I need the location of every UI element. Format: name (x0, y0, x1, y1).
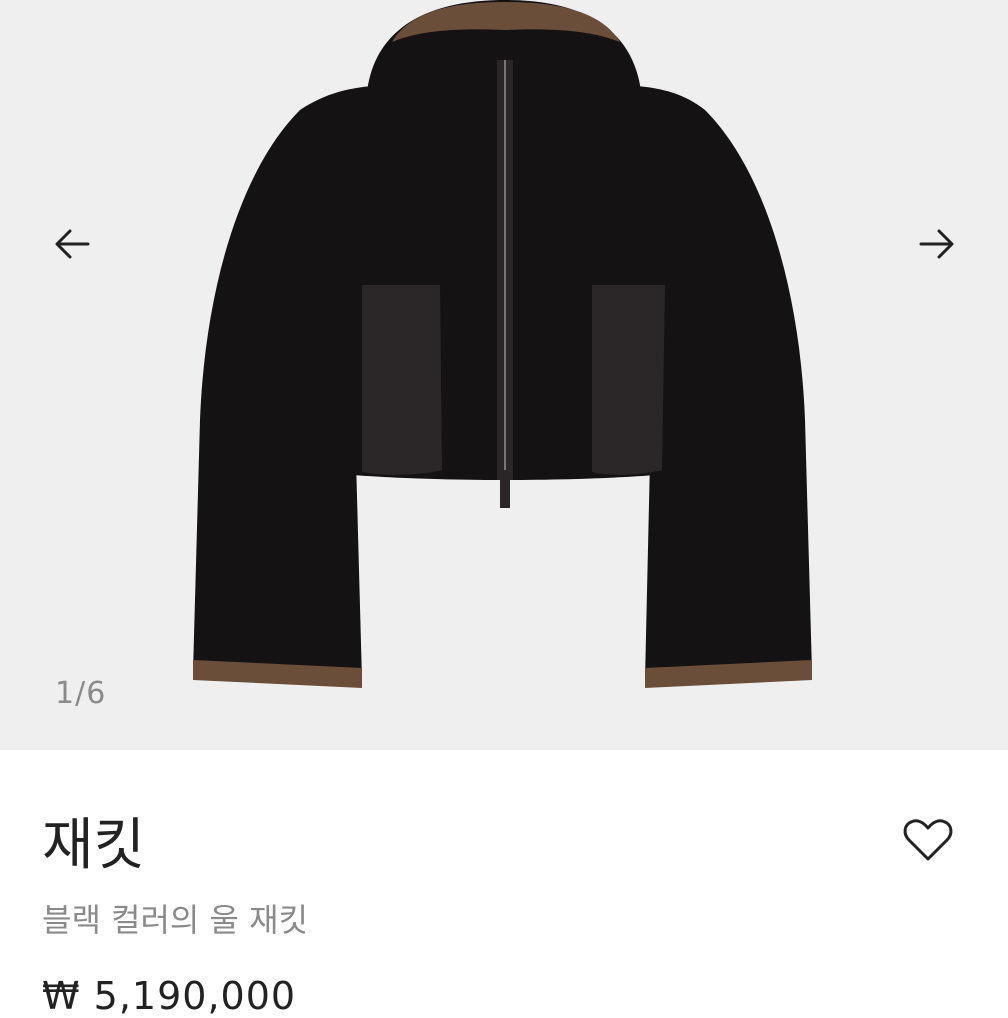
arrow-left-icon (55, 229, 90, 259)
product-title: 재킷 (42, 813, 146, 878)
jacket-right-pocket (592, 285, 665, 475)
wishlist-button[interactable] (900, 814, 956, 866)
product-subtitle: 블랙 컬러의 울 재킷 (42, 901, 309, 939)
previous-image-button[interactable] (50, 222, 94, 266)
next-image-button[interactable] (915, 222, 959, 266)
heart-outline-icon (903, 819, 953, 861)
product-image (193, 0, 812, 688)
jacket-left-pocket (362, 285, 442, 475)
product-price: ₩ 5,190,000 (42, 974, 297, 1018)
product-image-gallery[interactable]: 1/6 (0, 0, 1008, 750)
arrow-right-icon (919, 229, 954, 259)
image-counter: 1/6 (55, 676, 107, 711)
